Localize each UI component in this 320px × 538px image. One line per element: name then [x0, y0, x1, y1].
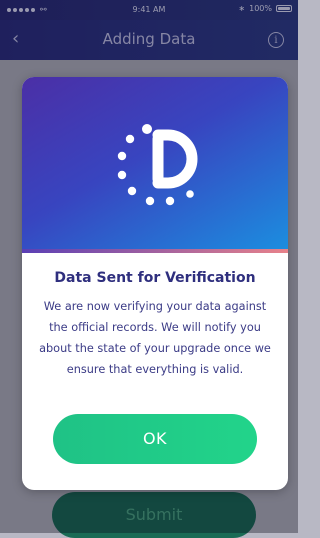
- loading-d-logo-icon: [117, 124, 198, 206]
- modal-message: We are now verifying your data against t…: [39, 300, 271, 376]
- hero-accent-stripe: [22, 249, 288, 253]
- verification-modal: Data Sent for Verification We are now ve…: [22, 77, 288, 490]
- modal-hero: [22, 77, 288, 253]
- ok-button[interactable]: OK: [53, 414, 257, 464]
- modal-title: Data Sent for Verification: [54, 270, 256, 286]
